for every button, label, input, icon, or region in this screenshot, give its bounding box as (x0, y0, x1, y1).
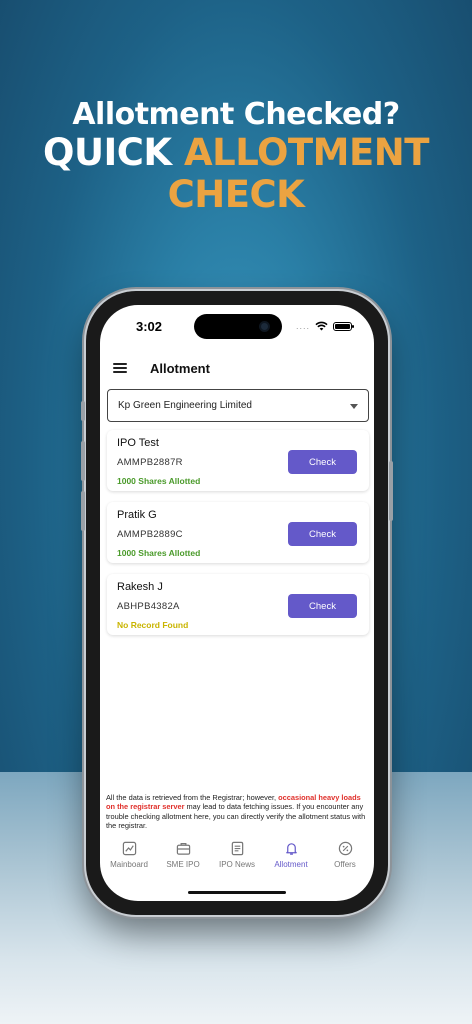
applicant-card: IPO Test AMMPB2887R 1000 Shares Allotted… (107, 430, 369, 491)
badge-percent-icon (338, 841, 352, 856)
disclaimer-text: All the data is retrieved from the Regis… (106, 793, 370, 831)
promo-line-1: Allotment Checked? (72, 97, 400, 132)
disclaimer-part-1: All the data is retrieved from the Regis… (106, 793, 279, 802)
ipo-select-value: Kp Green Engineering Limited (118, 400, 252, 411)
hamburger-icon[interactable] (113, 363, 127, 373)
applicant-pan: ABHPB4382A (117, 601, 180, 612)
phone-power-button (389, 461, 393, 521)
allotment-status: 1000 Shares Allotted (117, 548, 201, 558)
phone-volume-down (81, 491, 85, 531)
signal-dots: .... (295, 320, 310, 331)
status-icons: .... (295, 320, 354, 331)
promo-line-2-accent: ALLOTMENT (184, 131, 429, 174)
bell-icon (285, 843, 297, 855)
applicant-pan: AMMPB2887R (117, 457, 183, 468)
nav-item-mainboard[interactable]: Mainboard (102, 835, 156, 879)
nav-label: Mainboard (110, 860, 148, 869)
camera-icon (259, 321, 270, 332)
applicant-name: Rakesh J (117, 581, 163, 593)
wifi-icon (315, 321, 328, 331)
applicant-pan: AMMPB2889C (117, 529, 183, 540)
nav-item-allotment[interactable]: Allotment (264, 835, 318, 879)
promo-line-2-white: QUICK (43, 131, 184, 174)
nav-label: IPO News (218, 860, 255, 869)
page-title: Allotment (150, 361, 210, 376)
phone-side-button (81, 401, 85, 421)
chevron-down-icon (350, 404, 358, 409)
applicant-card: Rakesh J ABHPB4382A No Record Found Chec… (107, 574, 369, 635)
promo-line-3: CHECK (167, 173, 305, 216)
check-button[interactable]: Check (288, 450, 357, 474)
promo-line-2: QUICK ALLOTMENT (0, 132, 472, 174)
promo-headline: Allotment Checked? QUICK ALLOTMENT CHECK (0, 98, 472, 216)
nav-item-sme-ipo[interactable]: SME IPO (156, 835, 210, 879)
ipo-select[interactable]: Kp Green Engineering Limited (107, 389, 369, 422)
dynamic-island (194, 314, 282, 339)
nav-label: SME IPO (166, 860, 200, 869)
briefcase-icon (176, 843, 190, 855)
nav-label: Offers (334, 860, 356, 869)
nav-item-offers[interactable]: Offers (318, 835, 372, 879)
phone-frame: 3:02 .... Allotment Kp Green Engineering… (81, 291, 393, 915)
phone-volume-up (81, 441, 85, 481)
applicant-name: Pratik G (117, 509, 157, 521)
bottom-nav: Mainboard SME IPO IPO News Allotment Off… (100, 835, 374, 879)
check-button[interactable]: Check (288, 594, 357, 618)
chart-icon (122, 841, 136, 856)
home-indicator[interactable] (188, 891, 286, 894)
applicant-card: Pratik G AMMPB2889C 1000 Shares Allotted… (107, 502, 369, 563)
app-bar: Allotment (100, 351, 374, 387)
allotment-status: No Record Found (117, 620, 189, 630)
battery-icon (333, 321, 354, 331)
allotment-status: 1000 Shares Allotted (117, 476, 201, 486)
news-icon (231, 841, 243, 856)
nav-item-ipo-news[interactable]: IPO News (210, 835, 264, 879)
applicant-name: IPO Test (117, 437, 159, 449)
nav-label: Allotment (274, 860, 308, 869)
check-button[interactable]: Check (288, 522, 357, 546)
phone-screen: 3:02 .... Allotment Kp Green Engineering… (100, 305, 374, 901)
status-time: 3:02 (136, 319, 163, 334)
